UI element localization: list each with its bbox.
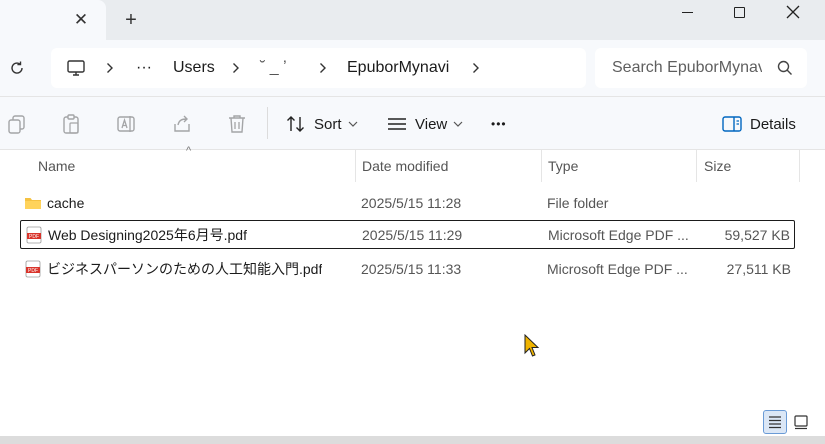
details-pane-icon — [722, 116, 742, 132]
search-placeholder: Search EpuborMynavi — [612, 59, 762, 76]
file-name: ビジネスパーソンのための人工知能入門.pdf — [47, 261, 323, 277]
file-type: Microsoft Edge PDF ... — [547, 261, 687, 277]
share-icon[interactable] — [171, 113, 193, 135]
file-date: 2025/5/15 11:29 — [362, 227, 463, 243]
copy-icon[interactable] — [6, 113, 28, 135]
column-separator[interactable] — [541, 150, 542, 182]
column-separator[interactable] — [799, 150, 800, 182]
new-tab-button[interactable]: + — [120, 9, 142, 31]
close-icon — [786, 5, 800, 19]
details-button[interactable]: Details — [722, 97, 796, 151]
sort-label: Sort — [314, 115, 342, 133]
rename-icon[interactable] — [115, 113, 137, 135]
column-header-date[interactable]: Date modified — [362, 150, 448, 182]
column-header-type[interactable]: Type — [548, 150, 578, 182]
sort-indicator-icon: ^ — [186, 145, 192, 157]
title-bar: ✕ + — [0, 0, 825, 40]
sort-button[interactable]: Sort — [286, 97, 366, 151]
chevron-right-icon[interactable] — [319, 48, 327, 88]
file-size: 27,511 KB — [726, 261, 791, 277]
file-list: ^ Name Date modified Type Size cache 202… — [0, 145, 825, 444]
pdf-icon: PDF — [26, 226, 42, 244]
delete-icon[interactable] — [226, 113, 248, 135]
column-separator[interactable] — [696, 150, 697, 182]
refresh-button[interactable] — [6, 57, 28, 79]
details-view-toggle[interactable] — [763, 410, 787, 434]
chevron-down-icon — [453, 121, 463, 127]
close-window-button[interactable] — [766, 0, 820, 24]
mouse-cursor-icon — [524, 334, 540, 357]
file-type: Microsoft Edge PDF ... — [548, 227, 688, 243]
minimize-button[interactable] — [660, 0, 714, 24]
window-bottom-edge — [0, 436, 825, 444]
address-row: ··· Users ˘ _ ʼ EpuborMynavi Search Epub… — [0, 40, 825, 96]
paste-icon[interactable] — [60, 113, 82, 135]
refresh-icon — [11, 61, 23, 74]
details-label: Details — [750, 115, 796, 133]
column-separator[interactable] — [355, 150, 356, 182]
breadcrumb-overflow[interactable]: ··· — [136, 48, 152, 88]
active-tab[interactable]: ✕ — [0, 0, 106, 40]
file-name: cache — [47, 195, 85, 211]
command-bar: Sort View ••• Details — [0, 96, 825, 150]
search-input[interactable]: Search EpuborMynavi — [595, 48, 807, 88]
file-date: 2025/5/15 11:28 — [361, 195, 462, 211]
tab-close-icon[interactable]: ✕ — [70, 9, 92, 31]
minimize-icon — [681, 11, 693, 13]
sort-icon — [287, 116, 304, 132]
tiles-view-icon — [794, 415, 808, 430]
chevron-right-icon[interactable] — [232, 48, 240, 88]
file-type: File folder — [547, 195, 609, 211]
tiles-view-toggle[interactable] — [789, 410, 813, 434]
maximize-button[interactable] — [712, 0, 766, 24]
chevron-right-icon[interactable] — [472, 48, 480, 88]
svg-text:PDF: PDF — [29, 234, 39, 240]
file-name: Web Designing2025年6月号.pdf — [48, 227, 247, 243]
chevron-down-icon — [348, 121, 357, 127]
view-icon — [388, 118, 406, 130]
view-button[interactable]: View — [387, 97, 471, 151]
file-row[interactable]: PDF Web Designing2025年6月号.pdf 2025/5/15 … — [20, 220, 795, 249]
folder-icon — [25, 198, 41, 209]
more-options-button[interactable]: ••• — [491, 97, 507, 151]
breadcrumb-item-users[interactable]: Users — [173, 48, 215, 88]
svg-text:PDF: PDF — [28, 268, 38, 274]
pdf-icon: PDF — [25, 260, 41, 278]
breadcrumb-item-user[interactable]: ˘ _ ʼ — [260, 48, 287, 88]
command-divider — [267, 107, 268, 139]
file-row[interactable]: cache 2025/5/15 11:28 File folder — [20, 188, 795, 218]
chevron-right-icon[interactable] — [106, 48, 114, 88]
file-size: 59,527 KB — [724, 227, 790, 243]
breadcrumb-item-current[interactable]: EpuborMynavi — [347, 48, 449, 88]
maximize-icon — [733, 6, 745, 18]
column-header-name[interactable]: Name — [38, 150, 75, 182]
breadcrumb[interactable]: ··· Users ˘ _ ʼ EpuborMynavi — [51, 48, 586, 88]
file-row[interactable]: PDF ビジネスパーソンのための人工知能入門.pdf 2025/5/15 11:… — [20, 254, 795, 284]
view-label: View — [415, 115, 448, 133]
search-icon[interactable] — [776, 59, 794, 77]
computer-icon[interactable] — [66, 58, 86, 78]
file-date: 2025/5/15 11:33 — [361, 261, 462, 277]
list-view-icon — [769, 416, 781, 429]
column-header-size[interactable]: Size — [704, 150, 731, 182]
file-explorer-window: ✕ + ··· Users ˘ _ ʼ EpuborMynavi Search … — [0, 0, 825, 444]
